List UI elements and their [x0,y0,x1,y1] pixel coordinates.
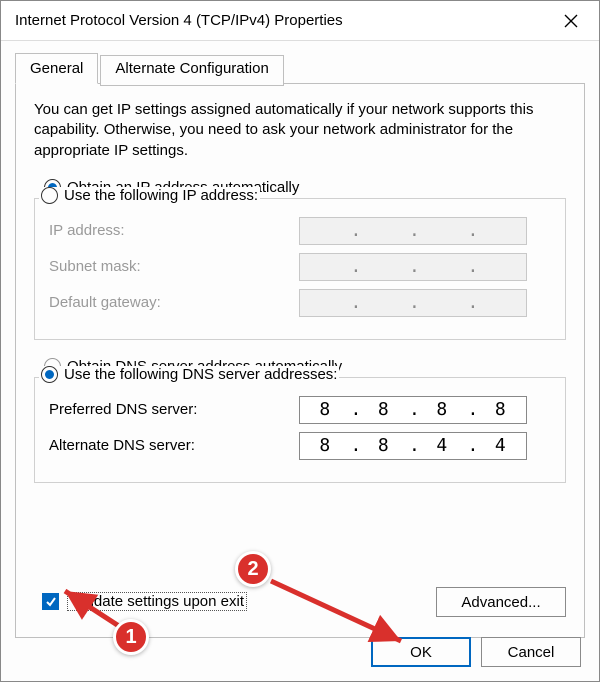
dns-group: Use the following DNS server addresses: … [34,377,566,483]
ip-address-input: . . . [299,217,527,245]
cancel-button[interactable]: Cancel [481,637,581,667]
field-alternate-dns: Alternate DNS server: 8. 8. 4. 4 [49,432,551,460]
field-subnet: Subnet mask: . . . [49,253,551,281]
field-preferred-dns: Preferred DNS server: 8. 8. 8. 8 [49,396,551,424]
annotation-callout-1: 1 [113,619,149,655]
description-text: You can get IP settings assigned automat… [34,100,566,161]
alternate-dns-label: Alternate DNS server: [49,437,299,454]
radio-ip-manual[interactable]: Use the following IP address: [39,187,260,204]
advanced-button[interactable]: Advanced... [436,587,566,617]
close-button[interactable] [547,1,595,41]
preferred-dns-label: Preferred DNS server: [49,401,299,418]
ip-address-label: IP address: [49,222,299,239]
tab-alternate[interactable]: Alternate Configuration [100,55,283,86]
titlebar: Internet Protocol Version 4 (TCP/IPv4) P… [1,1,599,41]
radio-dns-manual[interactable]: Use the following DNS server addresses: [39,366,339,383]
tab-general[interactable]: General [15,53,98,84]
radio-icon [41,366,58,383]
subnet-label: Subnet mask: [49,258,299,275]
annotation-arrow-2 [261,571,411,651]
gateway-input: . . . [299,289,527,317]
gateway-label: Default gateway: [49,294,299,311]
general-panel: You can get IP settings assigned automat… [15,83,585,638]
ip-group: Use the following IP address: IP address… [34,198,566,340]
tabs-strip: General Alternate Configuration [15,53,585,84]
annotation-callout-2: 2 [235,551,271,587]
radio-dns-manual-label: Use the following DNS server addresses: [64,366,337,383]
alternate-dns-input[interactable]: 8. 8. 4. 4 [299,432,527,460]
field-gateway: Default gateway: . . . [49,289,551,317]
close-icon [564,14,578,28]
subnet-input: . . . [299,253,527,281]
preferred-dns-input[interactable]: 8. 8. 8. 8 [299,396,527,424]
radio-ip-manual-label: Use the following IP address: [64,187,258,204]
window-title: Internet Protocol Version 4 (TCP/IPv4) P… [15,12,547,29]
radio-icon [41,187,58,204]
field-ip-address: IP address: . . . [49,217,551,245]
